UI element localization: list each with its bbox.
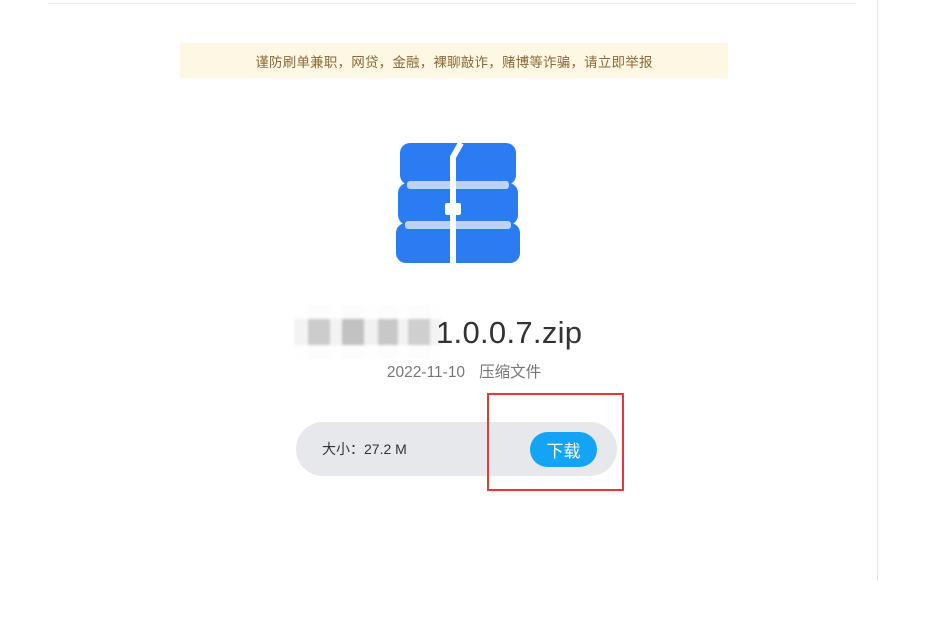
file-name: 1.0.0.7.zip: [436, 315, 583, 350]
archive-zip-icon: [395, 141, 521, 265]
file-meta: 2022-11-10 压缩文件: [0, 360, 928, 382]
file-size-label: 大小：27.2 M: [322, 441, 407, 457]
file-name-row: 1.0.0.7.zip: [290, 305, 650, 361]
right-border: [877, 0, 878, 580]
file-date: 2022-11-10: [386, 364, 466, 381]
top-divider: [48, 3, 856, 4]
fraud-warning-banner: 谨防刷单兼职，网贷，金融，裸聊敲诈，赌博等诈骗，请立即举报: [180, 43, 728, 78]
archive-icon-graphic: [396, 141, 520, 263]
redacted-filename-prefix: [294, 305, 442, 359]
fraud-warning-text: 谨防刷单兼职，网贷，金融，裸聊敲诈，赌博等诈骗，请立即举报: [255, 54, 653, 71]
file-type: 压缩文件: [479, 364, 542, 381]
red-highlight-box: [487, 393, 624, 491]
